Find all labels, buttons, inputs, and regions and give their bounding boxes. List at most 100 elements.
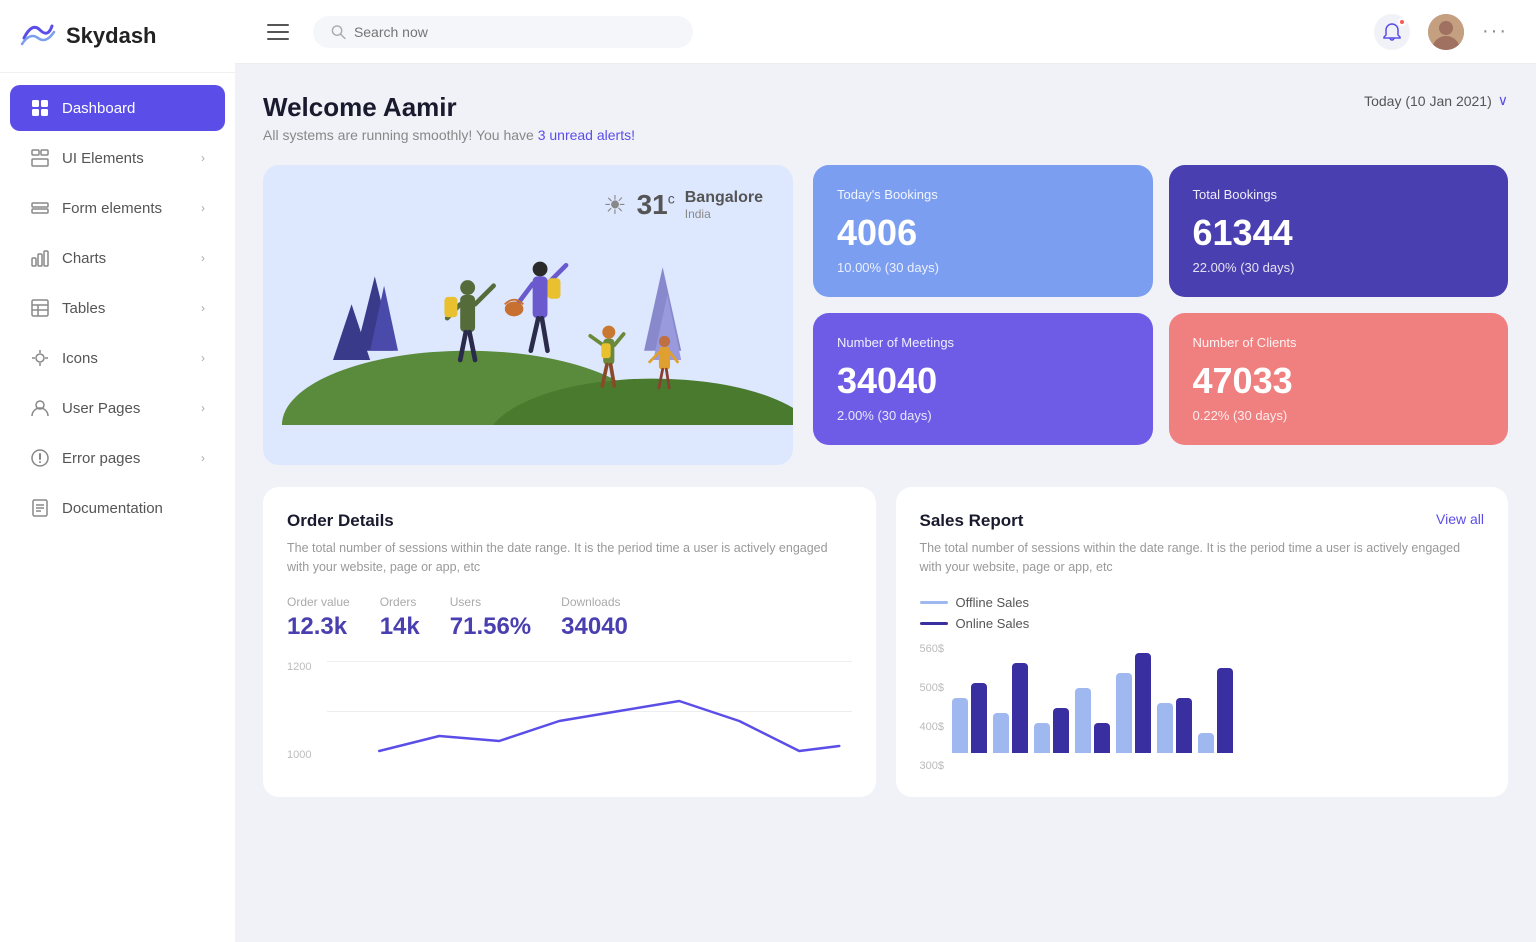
more-options-button[interactable]: ···: [1482, 20, 1508, 43]
bar-online: [1217, 668, 1233, 753]
hamburger-button[interactable]: [263, 20, 293, 44]
welcome-section: Welcome Aamir All systems are running sm…: [263, 92, 1508, 143]
stat-pct: 2.00% (30 days): [837, 408, 1129, 423]
header: ···: [235, 0, 1536, 64]
avatar[interactable]: [1428, 14, 1464, 50]
weather-temp: 31c: [637, 189, 675, 220]
sales-chart-wrapper: 560$ 500$ 400$ 300$: [920, 643, 1485, 773]
stat-label: Today's Bookings: [837, 187, 1129, 202]
bar-group-5: [1116, 653, 1151, 753]
stat-label: Number of Meetings: [837, 335, 1129, 350]
order-details-title: Order Details: [287, 511, 394, 531]
sidebar-item-charts[interactable]: Charts ›: [10, 235, 225, 281]
sidebar-item-error-pages[interactable]: Error pages ›: [10, 435, 225, 481]
date-selector[interactable]: Today (10 Jan 2021) ∨: [1364, 92, 1508, 109]
chart-y-labels: 1200 1000: [287, 661, 311, 761]
sidebar-item-dashboard[interactable]: Dashboard: [10, 85, 225, 131]
order-chart: 1200 1000: [287, 661, 852, 761]
dashboard-icon: [30, 98, 50, 118]
sidebar-item-tables[interactable]: Tables ›: [10, 285, 225, 331]
bar-online: [1053, 708, 1069, 753]
hero-stats-row: ☀ 31c Bangalore India: [263, 165, 1508, 465]
form-elements-icon: [30, 198, 50, 218]
offline-sales-legend-icon: [920, 601, 948, 604]
order-stat-downloads: Downloads 34040: [561, 595, 628, 641]
sales-report-desc: The total number of sessions within the …: [920, 539, 1485, 577]
stats-row-1: Today's Bookings 4006 10.00% (30 days) T…: [813, 165, 1508, 297]
order-stat-label: Users: [450, 595, 531, 609]
content-area: Welcome Aamir All systems are running sm…: [235, 64, 1536, 942]
order-stat-label: Order value: [287, 595, 350, 609]
user-pages-icon: [30, 398, 50, 418]
bar-group-4: [1075, 688, 1110, 753]
order-stat-order-value: Order value 12.3k: [287, 595, 350, 641]
app-name: Skydash: [66, 23, 157, 49]
order-stat-value: 14k: [380, 613, 420, 641]
stat-card-meetings: Number of Meetings 34040 2.00% (30 days): [813, 313, 1153, 445]
weather-icon: ☀: [603, 190, 626, 221]
charts-icon: [30, 248, 50, 268]
chevron-icon: ›: [201, 251, 205, 265]
sidebar-item-label: Charts: [62, 250, 106, 267]
stat-value: 47033: [1193, 360, 1485, 402]
sidebar-item-icons[interactable]: Icons ›: [10, 335, 225, 381]
sidebar-item-ui-elements[interactable]: UI Elements ›: [10, 135, 225, 181]
weather-display: ☀ 31c Bangalore India: [603, 189, 763, 221]
bar-online: [1135, 653, 1151, 753]
error-pages-icon: [30, 448, 50, 468]
sidebar-item-user-pages[interactable]: User Pages ›: [10, 385, 225, 431]
bar-offline: [1075, 688, 1091, 753]
bar-offline: [1157, 703, 1173, 753]
date-chevron-icon: ∨: [1498, 92, 1508, 109]
order-stats: Order value 12.3k Orders 14k Users 71.56…: [287, 595, 852, 641]
sidebar-item-documentation[interactable]: Documentation: [10, 485, 225, 531]
stat-card-today-bookings: Today's Bookings 4006 10.00% (30 days): [813, 165, 1153, 297]
sales-legend: Offline Sales Online Sales: [920, 595, 1485, 631]
welcome-subtitle: All systems are running smoothly! You ha…: [263, 127, 635, 143]
sales-bar-chart: [952, 643, 1233, 753]
bar-offline: [1034, 723, 1050, 753]
stat-label: Total Bookings: [1193, 187, 1485, 202]
stat-card-total-bookings: Total Bookings 61344 22.00% (30 days): [1169, 165, 1509, 297]
order-stat-users: Users 71.56%: [450, 595, 531, 641]
tables-icon: [30, 298, 50, 318]
order-wave-chart: [327, 681, 892, 761]
bar-offline: [993, 713, 1009, 753]
chevron-icon: ›: [201, 401, 205, 415]
welcome-title: Welcome Aamir: [263, 92, 635, 123]
logo-icon: [20, 18, 56, 54]
chevron-icon: ›: [201, 451, 205, 465]
sidebar-item-label: Tables: [62, 300, 105, 317]
bar-group-7: [1198, 668, 1233, 753]
bottom-panels: Order Details The total number of sessio…: [263, 487, 1508, 797]
stat-label: Number of Clients: [1193, 335, 1485, 350]
bar-group-1: [952, 683, 987, 753]
chevron-icon: ›: [201, 151, 205, 165]
chevron-icon: ›: [201, 301, 205, 315]
order-details-panel: Order Details The total number of sessio…: [263, 487, 876, 797]
bar-offline: [1116, 673, 1132, 753]
sidebar-item-label: UI Elements: [62, 150, 144, 167]
documentation-icon: [30, 498, 50, 518]
bar-online: [1094, 723, 1110, 753]
weather-country: India: [685, 207, 763, 221]
sidebar-item-form-elements[interactable]: Form elements ›: [10, 185, 225, 231]
hero-card: ☀ 31c Bangalore India: [263, 165, 793, 465]
bar-online: [1176, 698, 1192, 753]
sales-report-header: Sales Report View all: [920, 511, 1485, 531]
online-sales-label: Online Sales: [956, 616, 1030, 631]
notifications-button[interactable]: [1374, 14, 1410, 50]
logo-area: Skydash: [0, 0, 235, 73]
search-box: [313, 16, 693, 48]
stats-column: Today's Bookings 4006 10.00% (30 days) T…: [813, 165, 1508, 465]
view-all-link[interactable]: View all: [1436, 511, 1484, 527]
online-sales-legend-icon: [920, 622, 948, 625]
icons-icon: [30, 348, 50, 368]
chevron-icon: ›: [201, 351, 205, 365]
order-stat-label: Orders: [380, 595, 420, 609]
stat-pct: 10.00% (30 days): [837, 260, 1129, 275]
alerts-link[interactable]: 3 unread alerts!: [538, 127, 635, 143]
bar-offline: [1198, 733, 1214, 753]
legend-item-online: Online Sales: [920, 616, 1485, 631]
search-input[interactable]: [354, 24, 675, 40]
